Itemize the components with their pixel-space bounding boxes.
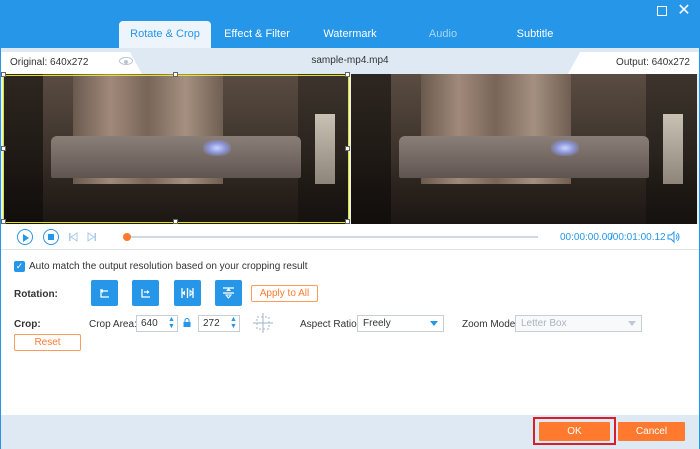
crop-label: Crop: <box>14 319 41 330</box>
lock-icon[interactable] <box>183 318 191 327</box>
timeline-track[interactable] <box>126 236 538 238</box>
info-bar: Original: 640x272 sample-mp4.mp4 Output:… <box>0 48 700 74</box>
crop-height-stepper[interactable]: ▲ ▼ <box>230 316 238 330</box>
zoom-mode-value: Letter Box <box>521 318 567 329</box>
auto-match-label: Auto match the output resolution based o… <box>29 261 308 272</box>
tab-audio[interactable]: Audio <box>410 21 476 48</box>
rotate-right-icon[interactable] <box>132 280 159 306</box>
close-icon[interactable]: ✕ <box>676 3 692 19</box>
shelf <box>663 114 683 184</box>
zoom-mode-label: Zoom Mode: <box>462 319 519 330</box>
bed <box>399 136 649 178</box>
current-time: 00:00:00.00 <box>560 232 613 243</box>
flip-vertical-icon[interactable] <box>215 280 242 306</box>
crop-handle-left[interactable] <box>1 146 6 151</box>
crop-handle-top-right[interactable] <box>345 72 350 77</box>
crop-handle-right[interactable] <box>345 146 350 151</box>
phone-glow <box>551 140 579 156</box>
output-preview <box>351 74 697 224</box>
output-resolution: Output: 640x272 <box>616 57 690 68</box>
chevron-down-icon <box>628 321 636 326</box>
play-icon[interactable] <box>17 229 33 245</box>
center-crop-icon[interactable] <box>253 313 273 333</box>
previous-frame-icon[interactable] <box>68 232 78 242</box>
tab-watermark[interactable]: Watermark <box>312 21 388 48</box>
ok-button[interactable]: OK <box>539 422 610 441</box>
apply-to-all-button[interactable]: Apply to All <box>251 285 318 302</box>
crop-area-label: Crop Area: <box>89 319 137 330</box>
rotate-left-icon[interactable] <box>91 280 118 306</box>
volume-icon[interactable] <box>667 230 681 244</box>
flip-horizontal-icon[interactable] <box>174 280 201 306</box>
settings-panel <box>0 250 700 415</box>
next-frame-icon[interactable] <box>87 232 97 242</box>
crop-handle-top[interactable] <box>173 72 178 77</box>
playback-controls: 00:00:00.00 /00:01:00.12 <box>0 224 700 250</box>
timeline-thumb[interactable] <box>123 233 131 241</box>
maximize-icon[interactable] <box>654 3 670 19</box>
file-name: sample-mp4.mp4 <box>311 55 389 66</box>
total-time: /00:01:00.12 <box>610 232 666 243</box>
window-border-left <box>0 0 1 449</box>
auto-match-checkbox[interactable]: ✓ <box>14 261 25 272</box>
chevron-down-icon <box>430 321 438 326</box>
crop-handle-top-left[interactable] <box>1 72 6 77</box>
tab-rotate-crop[interactable]: Rotate & Crop <box>119 21 211 48</box>
tab-subtitle[interactable]: Subtitle <box>500 21 570 48</box>
tab-effect-filter[interactable]: Effect & Filter <box>216 21 298 48</box>
rotation-label: Rotation: <box>14 289 58 300</box>
stop-icon[interactable] <box>43 229 59 245</box>
crop-width-stepper[interactable]: ▲ ▼ <box>168 316 176 330</box>
reset-button[interactable]: Reset <box>14 334 81 351</box>
cancel-button[interactable]: Cancel <box>618 422 685 441</box>
wall-shadow <box>351 74 391 224</box>
zoom-mode-select[interactable]: Letter Box <box>515 315 642 332</box>
aspect-ratio-value: Freely <box>363 318 391 329</box>
aspect-ratio-select[interactable]: Freely <box>357 315 444 332</box>
aspect-ratio-label: Aspect Ratio: <box>300 319 360 330</box>
crop-frame[interactable] <box>3 75 349 223</box>
